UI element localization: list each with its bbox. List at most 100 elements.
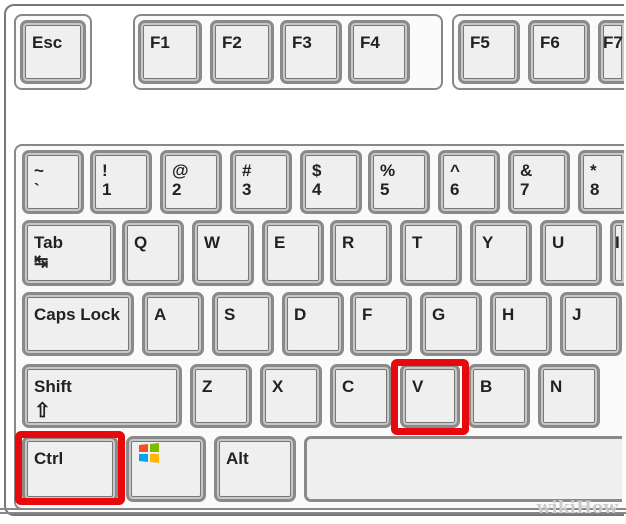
key-label: 2 — [172, 180, 182, 199]
shift-arrow-icon: ⇧ — [34, 400, 51, 422]
key-label: U — [552, 233, 565, 252]
key-label: 6 — [450, 180, 460, 199]
key-label: ! — [102, 161, 108, 180]
key-f1[interactable]: F1 — [138, 20, 202, 84]
key-i[interactable]: I — [610, 220, 624, 286]
key-w[interactable]: W — [192, 220, 254, 286]
key-label: 3 — [242, 180, 252, 199]
key-label: Alt — [226, 449, 249, 468]
key-f3[interactable]: F3 — [280, 20, 342, 84]
key-label: E — [274, 233, 286, 252]
key-label: F5 — [470, 33, 490, 52]
key-r[interactable]: R — [330, 220, 392, 286]
key-label: * — [590, 161, 597, 180]
key-label: F2 — [222, 33, 242, 52]
key-alt[interactable]: Alt — [214, 436, 296, 502]
key-tab[interactable]: Tab ↹ — [22, 220, 116, 286]
key-label: Esc — [32, 33, 63, 52]
spacebar[interactable] — [304, 436, 622, 502]
key-6[interactable]: ^ 6 — [438, 150, 500, 214]
key-label: ` — [34, 180, 40, 199]
key-d[interactable]: D — [282, 292, 344, 356]
key-windows[interactable] — [126, 436, 206, 502]
key-c[interactable]: C — [330, 364, 392, 428]
key-label: F3 — [292, 33, 312, 52]
key-label: % — [380, 161, 396, 180]
key-u[interactable]: U — [540, 220, 602, 286]
key-h[interactable]: H — [490, 292, 552, 356]
key-7[interactable]: & 7 — [508, 150, 570, 214]
key-label: ^ — [450, 161, 460, 180]
key-label: W — [204, 233, 221, 252]
key-label: Tab — [34, 233, 63, 252]
key-f6[interactable]: F6 — [528, 20, 590, 84]
tab-arrow-icon: ↹ — [34, 252, 49, 271]
key-f4[interactable]: F4 — [348, 20, 410, 84]
key-label: A — [154, 305, 167, 324]
key-label: 1 — [102, 180, 112, 199]
key-label: F7 — [603, 33, 623, 52]
key-x[interactable]: X — [260, 364, 322, 428]
key-label: @ — [172, 161, 189, 180]
key-s[interactable]: S — [212, 292, 274, 356]
key-label: 4 — [312, 180, 322, 199]
v-highlight — [391, 359, 469, 435]
key-label: & — [520, 161, 533, 180]
key-label: J — [572, 305, 582, 324]
key-label: 7 — [520, 180, 530, 199]
key-label: C — [342, 377, 355, 396]
key-label: R — [342, 233, 355, 252]
key-label: X — [272, 377, 284, 396]
key-label: $ — [312, 161, 322, 180]
key-2[interactable]: @2 — [160, 150, 222, 214]
key-4[interactable]: $4 — [300, 150, 362, 214]
keyboard-edge — [0, 508, 626, 514]
key-label: ~ — [34, 161, 44, 180]
key-f5[interactable]: F5 — [458, 20, 520, 84]
key-label: F — [362, 305, 373, 324]
key-label: T — [412, 233, 423, 252]
key-j[interactable]: J — [560, 292, 622, 356]
wikihow-watermark: wikiHow — [536, 498, 618, 518]
key-label: F1 — [150, 33, 170, 52]
key-`[interactable]: ~ ` — [22, 150, 84, 214]
key-a[interactable]: A — [142, 292, 204, 356]
key-f2[interactable]: F2 — [210, 20, 274, 84]
key-q[interactable]: Q — [122, 220, 184, 286]
key-shift[interactable]: Shift ⇧ — [22, 364, 182, 428]
key-b[interactable]: B — [468, 364, 530, 428]
key-n[interactable]: N — [538, 364, 600, 428]
key-y[interactable]: Y — [470, 220, 532, 286]
key-label: 8 — [590, 180, 600, 199]
key-1[interactable]: ! 1 — [90, 150, 152, 214]
ctrl-highlight — [15, 431, 125, 505]
key-label: D — [294, 305, 307, 324]
key-label: S — [224, 305, 236, 324]
key-label: H — [502, 305, 515, 324]
windows-logo-icon — [139, 443, 159, 463]
key-f[interactable]: F — [350, 292, 412, 356]
key-label: N — [550, 377, 563, 396]
key-t[interactable]: T — [400, 220, 462, 286]
key-label: G — [432, 305, 446, 324]
key-5[interactable]: % 5 — [368, 150, 430, 214]
key-label: F4 — [360, 33, 380, 52]
key-8[interactable]: * 8 — [578, 150, 624, 214]
key-label: 5 — [380, 180, 390, 199]
key-3[interactable]: #3 — [230, 150, 292, 214]
key-label: Q — [134, 233, 148, 252]
key-f7[interactable]: F7 — [598, 20, 624, 84]
key-label: Y — [482, 233, 494, 252]
key-e[interactable]: E — [262, 220, 324, 286]
key-label: Caps Lock — [34, 305, 120, 324]
key-z[interactable]: Z — [190, 364, 252, 428]
key-label: I — [615, 233, 620, 252]
key-label: B — [480, 377, 493, 396]
key-esc[interactable]: Esc — [20, 20, 86, 84]
key-label: F6 — [540, 33, 560, 52]
key-label: # — [242, 161, 252, 180]
key-label: Z — [202, 377, 213, 396]
key-caps-lock[interactable]: Caps Lock — [22, 292, 134, 356]
key-g[interactable]: G — [420, 292, 482, 356]
key-label: Shift — [34, 377, 72, 396]
